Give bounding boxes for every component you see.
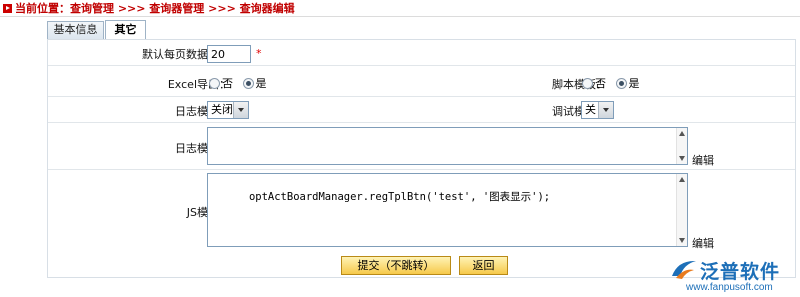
scroll-down-icon[interactable]: [679, 238, 685, 243]
log-mode-value: 关闭: [211, 103, 233, 116]
brand-logo: 泛普软件 www.fanpusoft.com: [662, 254, 796, 294]
debug-mode-select[interactable]: 关: [581, 101, 614, 119]
log-template-textarea[interactable]: [207, 127, 688, 165]
form-row-rows-per-page: 默认每页数据行： *: [48, 40, 795, 66]
excel-export-no-radio[interactable]: [209, 77, 220, 89]
form-row-js-template: JS模板： optActBoardManager.regTplBtn('test…: [48, 170, 795, 251]
form-row-export: Excel导出： 否 是 脚本模板： 否 是: [48, 66, 795, 97]
submit-button[interactable]: 提交（不跳转）: [341, 256, 451, 275]
chevron-down-icon[interactable]: [598, 102, 613, 118]
scroll-up-icon[interactable]: [679, 177, 685, 182]
scroll-down-icon[interactable]: [679, 156, 685, 161]
tab-other[interactable]: 其它: [105, 20, 146, 40]
log-mode-select[interactable]: 关闭: [207, 101, 249, 119]
script-template-yes-radio[interactable]: [615, 77, 627, 89]
script-template-no-label: 否: [595, 77, 606, 90]
debug-mode-value: 关: [585, 103, 596, 116]
form-row-log-template: 日志模板： 编辑: [48, 123, 795, 170]
breadcrumb: 当前位置：查询管理 >>> 查询器管理 >>> 查询器编辑: [0, 0, 800, 17]
required-mark: *: [256, 47, 262, 60]
brand-url: www.fanpusoft.com: [686, 282, 773, 293]
back-button[interactable]: 返回: [459, 256, 508, 275]
arrow-right-icon: [3, 4, 12, 13]
excel-export-radio-group: 否 是: [209, 75, 273, 91]
js-template-textarea[interactable]: optActBoardManager.regTplBtn('test', '图表…: [207, 173, 688, 247]
excel-export-no-label: 否: [222, 77, 233, 90]
settings-form: 默认每页数据行： * Excel导出： 否 是 脚本模板： 否 是 日志模式： …: [47, 39, 796, 278]
scrollbar[interactable]: [676, 128, 687, 164]
js-template-value: optActBoardManager.regTplBtn('test', '图表…: [248, 191, 551, 203]
excel-export-yes-radio[interactable]: [242, 77, 254, 89]
script-template-yes-label: 是: [628, 77, 640, 90]
excel-export-yes-label: 是: [255, 77, 267, 90]
fanpu-logo-icon: [672, 260, 696, 279]
brand-name: 泛普软件: [700, 261, 781, 283]
rows-per-page-input[interactable]: [207, 45, 251, 63]
js-template-edit-link[interactable]: 编辑: [692, 235, 714, 251]
script-template-radio-group: 否 是: [582, 75, 646, 91]
chevron-down-icon[interactable]: [233, 102, 248, 118]
script-template-no-radio[interactable]: [582, 77, 593, 89]
tab-basic-info[interactable]: 基本信息: [47, 21, 104, 39]
form-row-modes: 日志模式： 关闭 调试模式： 关: [48, 97, 795, 123]
scroll-up-icon[interactable]: [679, 131, 685, 136]
log-template-edit-link[interactable]: 编辑: [692, 152, 714, 168]
scrollbar[interactable]: [676, 174, 687, 246]
breadcrumb-text: 当前位置：查询管理 >>> 查询器管理 >>> 查询器编辑: [15, 2, 295, 15]
